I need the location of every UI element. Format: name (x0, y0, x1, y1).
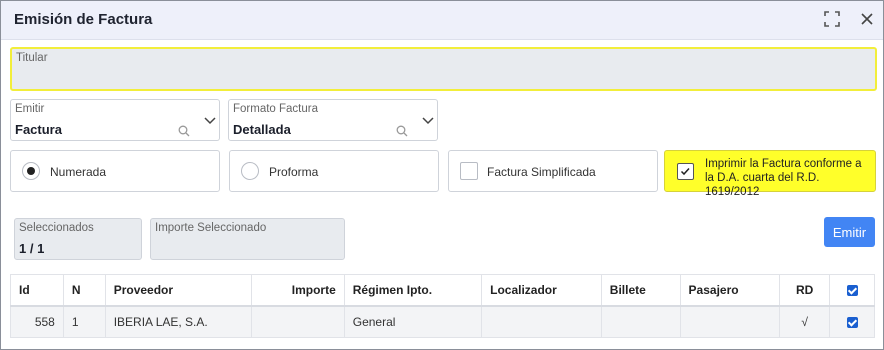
emitir-dropdown-button[interactable] (200, 99, 220, 141)
table-row[interactable]: 558 1 IBERIA LAE, S.A. General √ (10, 305, 875, 338)
col-n[interactable]: N (62, 274, 106, 307)
cell-id: 558 (10, 305, 64, 338)
invoice-dialog: Emisión de Factura Titular Emitir Factur… (0, 0, 884, 350)
search-icon[interactable] (396, 124, 408, 142)
chevron-down-icon (204, 117, 216, 125)
search-icon[interactable] (178, 124, 190, 142)
emitir-select[interactable]: Emitir Factura (10, 99, 201, 141)
option-imprimir[interactable]: Imprimir la Factura conforme a la D.A. c… (664, 150, 876, 198)
checkbox-checked-icon[interactable] (846, 285, 858, 297)
proforma-label: Proforma (269, 165, 319, 179)
checkbox-checked-icon[interactable] (846, 317, 858, 329)
cell-proveedor: IBERIA LAE, S.A. (104, 305, 253, 338)
numerada-label: Numerada (50, 165, 107, 179)
emitir-label: Emitir (15, 103, 45, 115)
col-rd[interactable]: RD (779, 274, 831, 307)
invoice-table: Id N Proveedor Importe Régimen Ipto. Loc… (10, 274, 875, 338)
col-pasajero[interactable]: Pasajero (679, 274, 781, 307)
imprimir-checkbox[interactable] (677, 163, 694, 180)
cell-regimen: General (343, 305, 483, 338)
col-regimen[interactable]: Régimen Ipto. (343, 274, 483, 307)
col-importe[interactable]: Importe (251, 274, 345, 307)
emitir-value: Factura (15, 122, 62, 137)
cell-rd: √ (779, 305, 831, 338)
dialog-title: Emisión de Factura (14, 11, 153, 28)
cell-localizador (481, 305, 602, 338)
check-icon (680, 167, 690, 176)
proforma-radio[interactable] (241, 162, 259, 180)
chevron-down-icon (422, 117, 434, 125)
emitir-button[interactable]: Emitir (824, 217, 875, 247)
col-proveedor[interactable]: Proveedor (104, 274, 253, 307)
option-proforma[interactable]: Proforma (229, 150, 439, 192)
option-numerada[interactable]: Numerada (10, 150, 220, 192)
table-header-row: Id N Proveedor Importe Régimen Ipto. Loc… (10, 274, 875, 307)
importe-seleccionado-field: Importe Seleccionado (150, 218, 345, 260)
select-all-checkbox[interactable] (829, 274, 875, 307)
formato-value: Detallada (233, 122, 291, 137)
col-billete[interactable]: Billete (600, 274, 681, 307)
cell-n: 1 (62, 305, 106, 338)
titular-label: Titular (16, 52, 48, 64)
simplificada-checkbox[interactable] (460, 162, 478, 180)
formato-label: Formato Factura (233, 103, 318, 115)
close-icon[interactable] (858, 10, 878, 30)
seleccionados-value: 1 / 1 (19, 241, 45, 256)
row-checkbox[interactable] (829, 305, 875, 338)
dialog-header: Emisión de Factura (1, 1, 883, 40)
cell-billete (600, 305, 681, 338)
formato-select[interactable]: Formato Factura Detallada (228, 99, 419, 141)
cell-importe (251, 305, 345, 338)
col-id[interactable]: Id (10, 274, 64, 307)
simplificada-label: Factura Simplificada (487, 165, 596, 179)
formato-dropdown-button[interactable] (418, 99, 438, 141)
maximize-icon[interactable] (823, 10, 843, 30)
option-simplificada[interactable]: Factura Simplificada (448, 150, 658, 192)
seleccionados-label: Seleccionados (19, 222, 94, 234)
imprimir-label: Imprimir la Factura conforme a la D.A. c… (705, 158, 862, 198)
cell-pasajero (679, 305, 781, 338)
titular-field[interactable]: Titular (10, 47, 877, 91)
importe-seleccionado-label: Importe Seleccionado (155, 222, 267, 234)
col-localizador[interactable]: Localizador (481, 274, 602, 307)
seleccionados-field: Seleccionados 1 / 1 (14, 218, 142, 260)
numerada-radio[interactable] (22, 162, 40, 180)
